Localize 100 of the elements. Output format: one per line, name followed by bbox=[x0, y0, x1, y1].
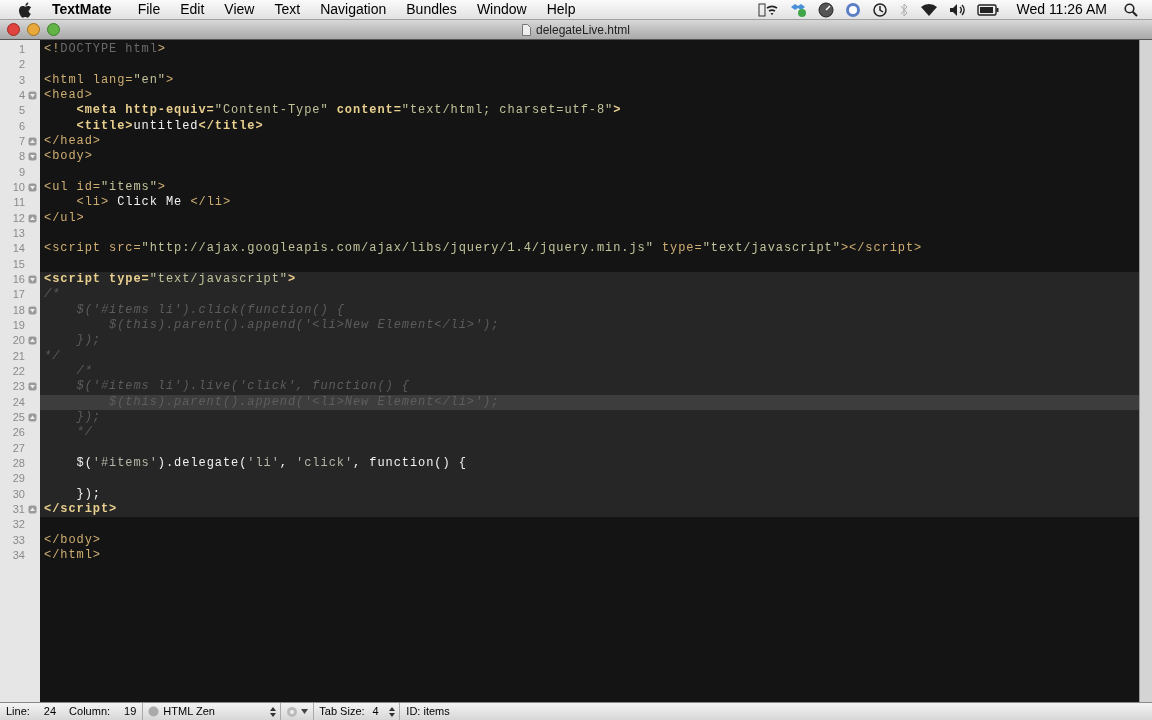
line-number: 11 bbox=[13, 195, 25, 211]
line-number: 3 bbox=[18, 72, 25, 88]
menu-item[interactable]: File bbox=[127, 0, 171, 20]
code-line: <script src="http://ajax.googleapis.com/ajax/libs/jquery/1.4/jquery.min.js" type="text/javascript"></script> bbox=[44, 241, 924, 257]
line-number: 26 bbox=[12, 425, 25, 441]
battery-icon[interactable] bbox=[977, 3, 1000, 16]
fold-marker-icon[interactable] bbox=[28, 213, 37, 223]
menu-item[interactable]: Window bbox=[466, 0, 537, 20]
fold-marker-icon[interactable] bbox=[28, 504, 37, 514]
menu-item[interactable]: Bundles bbox=[396, 0, 467, 20]
scroll-bar[interactable] bbox=[1139, 40, 1152, 702]
code-line: }); bbox=[75, 486, 102, 502]
line-number: 2 bbox=[18, 57, 25, 73]
code-line: /* bbox=[75, 363, 94, 380]
line-number: 25 bbox=[12, 410, 25, 426]
menu-item[interactable]: Navigation bbox=[310, 0, 397, 20]
document-icon bbox=[521, 23, 531, 36]
stepper-icon bbox=[389, 706, 396, 717]
code-line: <meta http-equiv="Content-Type" content="text/html; charset=utf-8"> bbox=[75, 103, 623, 119]
close-button[interactable] bbox=[7, 23, 20, 36]
fold-marker-icon[interactable] bbox=[28, 91, 37, 100]
fold-marker-icon[interactable] bbox=[28, 412, 37, 422]
line-label: Line: bbox=[6, 704, 30, 720]
bluetooth-icon[interactable] bbox=[899, 1, 910, 18]
search-icon[interactable] bbox=[1124, 2, 1138, 17]
minimize-button[interactable] bbox=[27, 23, 40, 36]
menu-item[interactable]: Edit bbox=[170, 0, 215, 20]
language-popup[interactable]: HTML Zen bbox=[142, 703, 281, 720]
network-icon[interactable] bbox=[758, 1, 779, 18]
line-number: 12 bbox=[12, 210, 25, 226]
line-number: 34 bbox=[12, 548, 25, 563]
code-line: <li> Click Me </li> bbox=[75, 195, 233, 211]
line-number: 18 bbox=[12, 302, 25, 318]
code-line: <body> bbox=[44, 149, 94, 165]
line-number: 24 bbox=[43, 704, 57, 720]
line-number: 33 bbox=[12, 532, 25, 548]
clock-icon[interactable] bbox=[872, 1, 889, 18]
line-number: 17 bbox=[12, 287, 25, 303]
code-line: <ul id="items"> bbox=[44, 179, 167, 196]
line-number: 23 bbox=[12, 379, 25, 395]
code-line: }); bbox=[75, 409, 102, 426]
line-number: 8 bbox=[18, 149, 25, 165]
fold-marker-icon[interactable] bbox=[28, 136, 37, 146]
box-icon[interactable] bbox=[789, 1, 808, 18]
column-number: 19 bbox=[124, 704, 137, 720]
menu-item[interactable]: Text bbox=[264, 0, 311, 20]
code-line: <head> bbox=[44, 88, 94, 104]
line-number: 22 bbox=[12, 364, 25, 380]
line-number: 5 bbox=[18, 103, 25, 119]
line-number: 30 bbox=[12, 486, 25, 502]
menu-item[interactable]: View bbox=[214, 0, 265, 20]
code-line: <script type="text/javascript"> bbox=[44, 271, 298, 288]
tab-size-popup[interactable]: Tab Size: 4 bbox=[313, 703, 400, 720]
app-menu[interactable]: TextMate bbox=[46, 0, 118, 20]
code-line: <!DOCTYPE html> bbox=[44, 42, 167, 58]
code-line: <html lang="en"> bbox=[44, 72, 176, 88]
symbol-popup[interactable]: ID: items bbox=[399, 703, 450, 720]
code-line: </ul> bbox=[44, 210, 86, 226]
speaker-icon[interactable] bbox=[949, 2, 967, 17]
line-number: 19 bbox=[12, 318, 25, 334]
zoom-button[interactable] bbox=[47, 23, 60, 36]
line-number: 15 bbox=[12, 256, 25, 272]
code-line: */ bbox=[44, 348, 62, 364]
language-icon bbox=[148, 706, 160, 717]
stepper-icon bbox=[270, 706, 277, 717]
line-number: 32 bbox=[12, 517, 25, 533]
line-number: 9 bbox=[18, 164, 25, 180]
caret-icon bbox=[301, 709, 309, 714]
code-line: </head> bbox=[44, 133, 102, 150]
line-number: 14 bbox=[12, 241, 25, 257]
line-number: 7 bbox=[18, 134, 25, 150]
settings-icon bbox=[286, 705, 299, 718]
code-line: <title>untitled</title> bbox=[75, 118, 265, 134]
code-line: $('#items').delegate('li', 'click', function() { bbox=[75, 455, 468, 472]
fold-marker-icon[interactable] bbox=[28, 274, 37, 284]
fold-marker-icon[interactable] bbox=[28, 152, 37, 162]
apple-icon[interactable] bbox=[18, 1, 32, 18]
fold-marker-icon[interactable] bbox=[28, 336, 37, 346]
clock-text[interactable]: Wed 11:26 AM bbox=[1016, 0, 1107, 20]
code-line: /* bbox=[44, 287, 62, 303]
wifi-icon[interactable] bbox=[920, 2, 939, 17]
line-number: 24 bbox=[12, 394, 25, 410]
line-number: 31 bbox=[12, 502, 25, 517]
code-line: </html> bbox=[44, 547, 102, 564]
line-number: 27 bbox=[12, 440, 25, 456]
code-line: }); bbox=[75, 333, 102, 349]
line-number: 28 bbox=[12, 456, 25, 471]
line-number: 13 bbox=[12, 226, 25, 242]
code-line: </body> bbox=[44, 532, 102, 548]
line-number: 1 bbox=[18, 42, 25, 58]
fold-marker-icon[interactable] bbox=[28, 305, 37, 315]
line-number: 10 bbox=[12, 180, 25, 196]
window-title: delegateLive.html bbox=[535, 21, 631, 39]
fold-marker-icon[interactable] bbox=[28, 382, 37, 392]
code-line: */ bbox=[75, 425, 94, 441]
gauge-icon[interactable] bbox=[818, 1, 835, 18]
fold-marker-icon[interactable] bbox=[28, 182, 37, 192]
menu-item[interactable]: Help bbox=[536, 0, 586, 20]
line-number: 29 bbox=[12, 471, 25, 487]
line-number: 6 bbox=[18, 118, 25, 134]
